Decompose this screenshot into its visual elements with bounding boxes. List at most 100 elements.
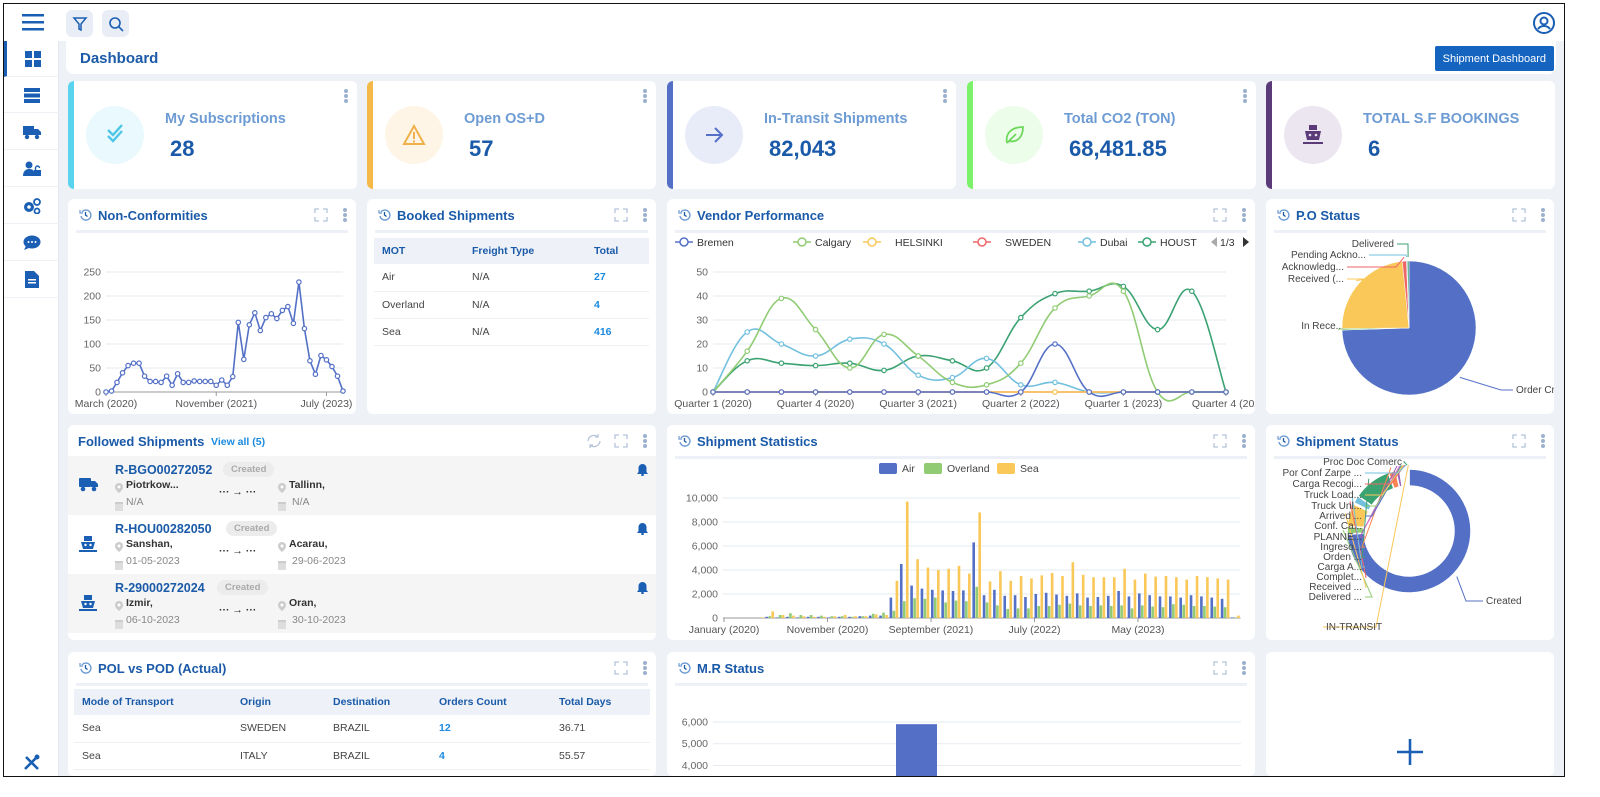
data-point[interactable] <box>1120 389 1127 395</box>
bar[interactable] <box>827 617 831 618</box>
data-point[interactable] <box>141 373 148 379</box>
data-point[interactable] <box>257 327 264 334</box>
bar[interactable] <box>1210 597 1214 618</box>
tools-icon[interactable] <box>23 754 40 776</box>
orders-count-link[interactable]: 4 <box>431 742 551 770</box>
data-point[interactable] <box>1154 326 1161 333</box>
bar[interactable] <box>1037 606 1041 618</box>
bar[interactable] <box>1127 596 1131 618</box>
bar[interactable] <box>812 616 816 618</box>
bar[interactable] <box>899 564 903 618</box>
sidebar-item-users[interactable] <box>4 151 59 187</box>
data-point[interactable] <box>334 373 341 379</box>
total-link[interactable]: 416 <box>586 318 649 346</box>
data-point[interactable] <box>307 358 313 364</box>
data-point[interactable] <box>881 331 887 338</box>
bar[interactable] <box>840 616 844 618</box>
bar[interactable] <box>1234 617 1237 618</box>
bar[interactable] <box>1179 597 1182 618</box>
data-point[interactable] <box>263 314 269 321</box>
bell-icon[interactable] <box>637 522 648 540</box>
bar[interactable] <box>905 501 909 618</box>
bar[interactable] <box>926 567 930 618</box>
data-point[interactable] <box>312 371 319 378</box>
bar[interactable] <box>972 542 975 618</box>
bar[interactable] <box>1182 604 1185 618</box>
shipment-dashboard-button[interactable]: Shipment Dashboard <box>1434 46 1554 71</box>
bar[interactable] <box>851 616 854 618</box>
more-options-icon[interactable] <box>643 434 647 448</box>
bar[interactable] <box>1195 576 1199 618</box>
data-point[interactable] <box>1086 293 1093 299</box>
data-point[interactable] <box>174 370 181 377</box>
data-point[interactable] <box>1052 290 1058 297</box>
bar[interactable] <box>1013 595 1017 618</box>
bar[interactable] <box>978 512 981 618</box>
bar[interactable] <box>768 616 771 618</box>
bar[interactable] <box>1099 605 1103 618</box>
data-point[interactable] <box>847 365 853 371</box>
followed-shipment-item[interactable]: R-BGO00272052 Created Piotrkow... ··· → ···… <box>68 456 656 515</box>
data-point[interactable] <box>744 389 751 395</box>
bar[interactable] <box>781 615 785 618</box>
data-point[interactable] <box>1052 305 1058 311</box>
column-header[interactable]: Total Days <box>551 689 650 715</box>
legend-item[interactable]: Calgary <box>793 237 852 249</box>
bar[interactable] <box>1130 608 1134 618</box>
bar[interactable] <box>913 598 916 618</box>
more-options-icon[interactable] <box>643 89 647 103</box>
more-options-icon[interactable] <box>1243 89 1247 103</box>
pie-slice[interactable] <box>1407 468 1410 487</box>
bar[interactable] <box>1158 596 1162 618</box>
data-point[interactable] <box>340 388 346 394</box>
bar[interactable] <box>1102 577 1106 618</box>
bar[interactable] <box>1075 593 1079 618</box>
bar[interactable] <box>799 615 803 618</box>
bar[interactable] <box>1055 594 1058 618</box>
bar[interactable] <box>806 616 810 618</box>
bar[interactable] <box>775 617 779 618</box>
bar[interactable] <box>895 580 899 618</box>
bar[interactable] <box>988 581 992 618</box>
expand-icon[interactable] <box>614 434 628 448</box>
data-point[interactable] <box>274 315 280 322</box>
search-button[interactable] <box>102 10 129 37</box>
data-point[interactable] <box>744 348 751 355</box>
data-point[interactable] <box>710 389 716 395</box>
bar[interactable] <box>965 601 968 618</box>
bar[interactable] <box>765 616 768 618</box>
bar[interactable] <box>968 573 971 618</box>
bar[interactable] <box>1006 609 1010 618</box>
bar[interactable] <box>1030 578 1033 618</box>
data-point[interactable] <box>163 373 170 379</box>
column-header[interactable]: Orders Count <box>431 689 551 715</box>
more-options-icon[interactable] <box>643 208 647 222</box>
data-point[interactable] <box>218 377 225 383</box>
data-point[interactable] <box>812 389 819 395</box>
bar[interactable] <box>820 615 823 618</box>
bar[interactable] <box>1040 575 1044 618</box>
data-point[interactable] <box>881 389 887 395</box>
data-point[interactable] <box>847 336 853 343</box>
data-point[interactable] <box>949 379 956 386</box>
legend-item[interactable]: Air <box>879 463 915 475</box>
bar[interactable] <box>985 602 989 618</box>
bar[interactable] <box>931 589 934 618</box>
data-point[interactable] <box>202 378 209 385</box>
bar[interactable] <box>1058 604 1061 618</box>
legend-next-icon[interactable] <box>1243 237 1249 247</box>
data-point[interactable] <box>114 379 120 386</box>
bar[interactable] <box>923 598 927 618</box>
bar[interactable] <box>1148 595 1151 618</box>
bar[interactable] <box>871 613 875 618</box>
pie-slice[interactable] <box>1341 261 1410 329</box>
bar[interactable] <box>837 616 841 618</box>
bar[interactable] <box>1071 562 1075 618</box>
sidebar-item-servers[interactable] <box>4 77 59 113</box>
data-point[interactable] <box>847 389 853 395</box>
data-point[interactable] <box>1086 389 1093 395</box>
bar[interactable] <box>934 597 937 618</box>
data-point[interactable] <box>915 372 922 379</box>
bar[interactable] <box>944 602 947 618</box>
data-point[interactable] <box>778 389 785 395</box>
